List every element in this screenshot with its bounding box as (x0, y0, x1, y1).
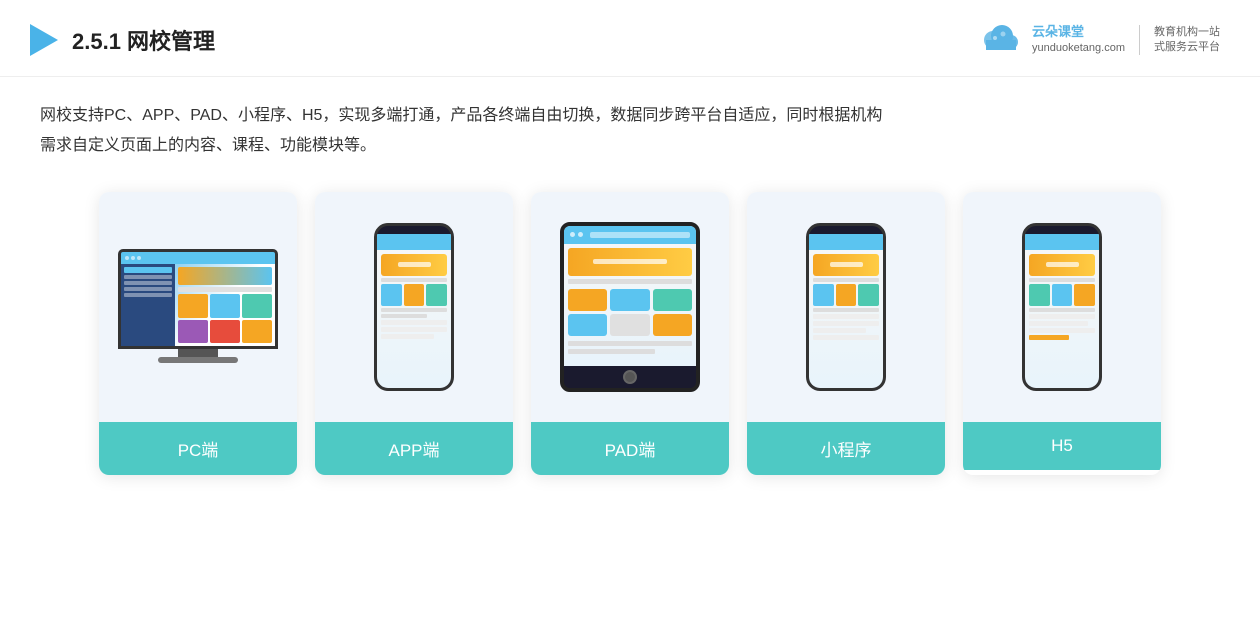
card-miniprogram-label: 小程序 (747, 422, 945, 475)
card-app-image (315, 192, 513, 422)
page: 2.5.1 网校管理 云朵课堂 yunduoketang.co (0, 0, 1260, 630)
card-app-label: APP端 (315, 422, 513, 475)
page-title: 2.5.1 网校管理 (72, 24, 215, 56)
description-line1: 网校支持PC、APP、PAD、小程序、H5，实现多端打通，产品各终端自由切换，数… (40, 101, 1220, 131)
phone-h5-mockup (1022, 223, 1102, 391)
logo-triangle-icon (30, 24, 58, 56)
card-miniprogram-image (747, 192, 945, 422)
pc-mockup (118, 249, 278, 364)
card-pad-image (531, 192, 729, 422)
card-pc-label: PC端 (99, 422, 297, 475)
description-line2: 需求自定义页面上的内容、课程、功能模块等。 (40, 131, 1220, 161)
card-pc-image (99, 192, 297, 422)
header-left: 2.5.1 网校管理 (30, 24, 215, 56)
logo-tagline: 教育机构一站 式服务云平台 (1154, 25, 1220, 56)
card-h5-image (963, 192, 1161, 422)
card-h5-label: H5 (963, 422, 1161, 470)
logo-url: yunduoketang.com (1032, 41, 1125, 56)
header-right: 云朵课堂 yunduoketang.com 教育机构一站 式服务云平台 (978, 18, 1220, 62)
title-bold: 网校管理 (127, 29, 215, 54)
card-app: APP端 (315, 192, 513, 475)
description-block: 网校支持PC、APP、PAD、小程序、H5，实现多端打通，产品各终端自由切换，数… (0, 77, 1260, 172)
pad-mockup (560, 222, 700, 392)
card-pc: PC端 (99, 192, 297, 475)
card-pad: PAD端 (531, 192, 729, 475)
title-prefix: 2.5.1 (72, 29, 127, 54)
card-h5: H5 (963, 192, 1161, 475)
phone-app-mockup (374, 223, 454, 391)
cloud-icon (978, 18, 1022, 62)
card-miniprogram: 小程序 (747, 192, 945, 475)
logo-tagline-1: 教育机构一站 (1154, 25, 1220, 40)
logo-text: 云朵课堂 yunduoketang.com (1032, 23, 1125, 57)
cards-section: PC端 (0, 172, 1260, 495)
header: 2.5.1 网校管理 云朵课堂 yunduoketang.co (0, 0, 1260, 77)
brand-logo (978, 18, 1022, 62)
logo-tagline-2: 式服务云平台 (1154, 40, 1220, 55)
card-pad-label: PAD端 (531, 422, 729, 475)
logo-divider (1139, 25, 1140, 55)
logo-brand-name: 云朵课堂 (1032, 23, 1125, 41)
phone-miniprogram-mockup (806, 223, 886, 391)
